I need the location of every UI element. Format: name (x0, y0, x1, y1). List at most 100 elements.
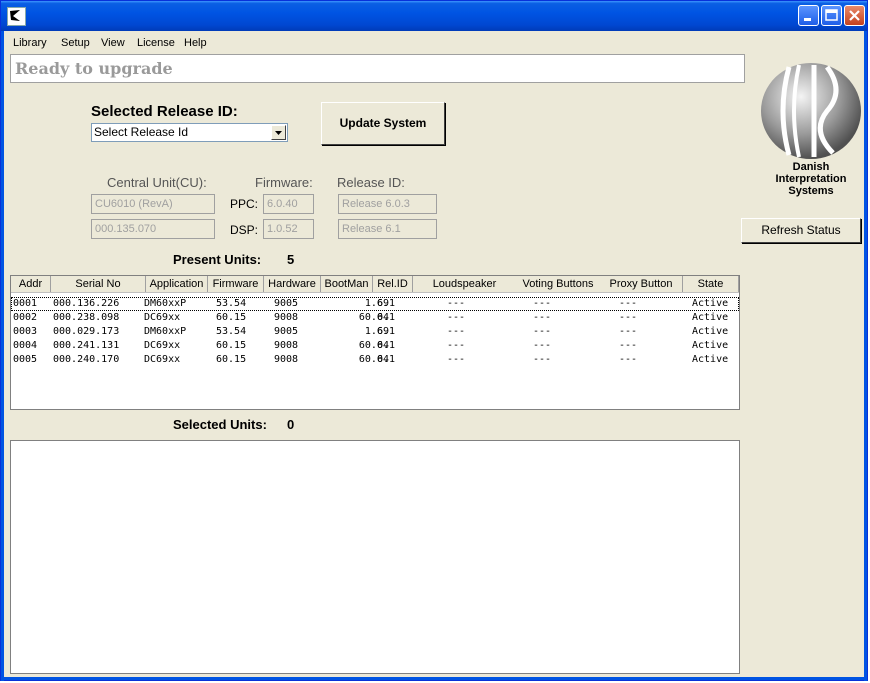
table-cell: 53.54 (216, 298, 247, 309)
status-text: Ready to upgrade (15, 59, 173, 78)
table-cell: --- (447, 354, 466, 365)
table-cell: --- (533, 354, 552, 365)
table-cell: 6.1 (377, 340, 396, 351)
table-cell: --- (533, 326, 552, 337)
table-cell: 9008 (274, 354, 299, 365)
table-cell: Active (692, 354, 729, 365)
col-loudspeaker[interactable]: Loudspeaker (413, 276, 516, 292)
logo-line-1: Danish (792, 161, 830, 173)
col-proxy-button[interactable]: Proxy Button (600, 276, 683, 292)
table-cell: --- (447, 326, 466, 337)
release-id-label: Selected Release ID: (91, 103, 238, 120)
menu-view[interactable]: View (101, 37, 125, 49)
menu-library[interactable]: Library (13, 37, 47, 49)
table-cell: 0005 (13, 354, 38, 365)
table-cell: DC69xx (144, 312, 181, 323)
logo-caption: Danish Interpretation Systems (749, 161, 870, 197)
table-cell: 0004 (13, 340, 38, 351)
menu-setup[interactable]: Setup (61, 37, 90, 49)
table-cell: 0001 (13, 298, 38, 309)
present-units-count: 5 (287, 252, 295, 267)
update-system-button[interactable]: Update System (321, 102, 445, 145)
selected-units-count: 0 (287, 417, 295, 432)
logo-line-2: Interpretation (775, 173, 847, 185)
table-row[interactable]: 0005 000.240.170 DC69xx 60.15 9008 60.04 6.1 --… (11, 353, 739, 367)
col-voting-buttons[interactable]: Voting Buttons (516, 276, 600, 292)
table-header: Addr Serial No Application Firmware Hard… (11, 276, 739, 293)
ppc-label: PPC: (230, 197, 259, 211)
refresh-status-button[interactable]: Refresh Status (741, 218, 861, 243)
table-cell: Active (692, 340, 729, 351)
table-cell: 60.15 (216, 354, 247, 365)
table-cell: 9005 (274, 326, 299, 337)
app-logo-icon[interactable] (7, 7, 26, 26)
ppc-release-field: Release 6.0.3 (338, 194, 437, 214)
table-cell: --- (533, 312, 552, 323)
table-cell: 0003 (13, 326, 38, 337)
table-cell: DM60xxP (144, 326, 187, 337)
minimize-button[interactable] (798, 5, 819, 26)
selected-units-list[interactable] (10, 440, 740, 674)
table-cell: --- (447, 340, 466, 351)
table-cell: 0002 (13, 312, 38, 323)
menu-help[interactable]: Help (184, 37, 207, 49)
table-cell: DM60xxP (144, 298, 187, 309)
table-cell: 6.1 (377, 326, 396, 337)
table-cell: --- (447, 298, 466, 309)
release-id-select-value: Select Release Id (94, 125, 189, 139)
dsp-firmware-field: 1.0.52 (263, 219, 314, 239)
release-id-select[interactable]: Select Release Id (91, 123, 288, 142)
table-row[interactable]: 0003 000.029.173 DM60xxP 53.54 9005 1.69 6.1 --… (11, 325, 739, 339)
table-cell: 9008 (274, 340, 299, 351)
table-cell: 6.1 (377, 354, 396, 365)
table-cell: 60.15 (216, 312, 247, 323)
present-units-label: Present Units: (173, 252, 262, 267)
maximize-button[interactable] (821, 5, 842, 26)
table-cell: 000.238.098 (53, 312, 120, 323)
col-application[interactable]: Application (146, 276, 208, 292)
col-firmware[interactable]: Firmware (208, 276, 264, 292)
table-cell: --- (619, 298, 638, 309)
close-button[interactable] (844, 5, 865, 26)
table-cell: 000.136.226 (53, 298, 120, 309)
table-cell: DC69xx (144, 340, 181, 351)
window-frame-left (1, 31, 4, 681)
table-row[interactable]: 0002 000.238.098 DC69xx 60.15 9008 60.04 6.1 --… (11, 311, 739, 325)
table-cell: DC69xx (144, 354, 181, 365)
table-cell: 6.1 (377, 298, 396, 309)
cu-serial-field: 000.135.070 (91, 219, 215, 239)
table-row[interactable]: 0001 000.136.226 DM60xxP 53.54 9005 1.69 6.1 --… (11, 297, 739, 311)
dis-logo (761, 63, 861, 159)
present-units-table[interactable]: Addr Serial No Application Firmware Hard… (10, 275, 740, 410)
table-cell: 6.1 (377, 312, 396, 323)
table-cell: Active (692, 298, 729, 309)
table-cell: --- (533, 340, 552, 351)
dsp-label: DSP: (230, 223, 259, 237)
col-state[interactable]: State (683, 276, 739, 292)
chevron-down-icon[interactable] (271, 125, 286, 140)
status-panel: Ready to upgrade (10, 54, 745, 83)
col-rel-id[interactable]: Rel.ID (373, 276, 413, 292)
menu-bar: Library Setup View License Help (4, 33, 864, 53)
table-cell: 53.54 (216, 326, 247, 337)
col-hardware[interactable]: Hardware (264, 276, 321, 292)
table-cell: 000.029.173 (53, 326, 120, 337)
col-serial-no[interactable]: Serial No (51, 276, 146, 292)
window-frame-bottom (1, 677, 867, 680)
table-cell: Active (692, 312, 729, 323)
central-unit-label: Central Unit(CU): (107, 175, 207, 190)
ppc-firmware-field: 6.0.40 (263, 194, 314, 214)
table-cell: --- (619, 326, 638, 337)
table-cell: 000.240.170 (53, 354, 120, 365)
table-cell: --- (447, 312, 466, 323)
title-bar[interactable] (1, 1, 867, 31)
menu-license[interactable]: License (137, 37, 175, 49)
selected-units-label: Selected Units: (173, 417, 267, 432)
table-row[interactable]: 0004 000.241.131 DC69xx 60.15 9008 60.04 6.1 --… (11, 339, 739, 353)
table-cell: --- (619, 340, 638, 351)
table-cell: Active (692, 326, 729, 337)
col-addr[interactable]: Addr (11, 276, 51, 292)
table-cell: 9005 (274, 298, 299, 309)
col-bootman[interactable]: BootMan (321, 276, 373, 292)
table-cell: --- (619, 312, 638, 323)
